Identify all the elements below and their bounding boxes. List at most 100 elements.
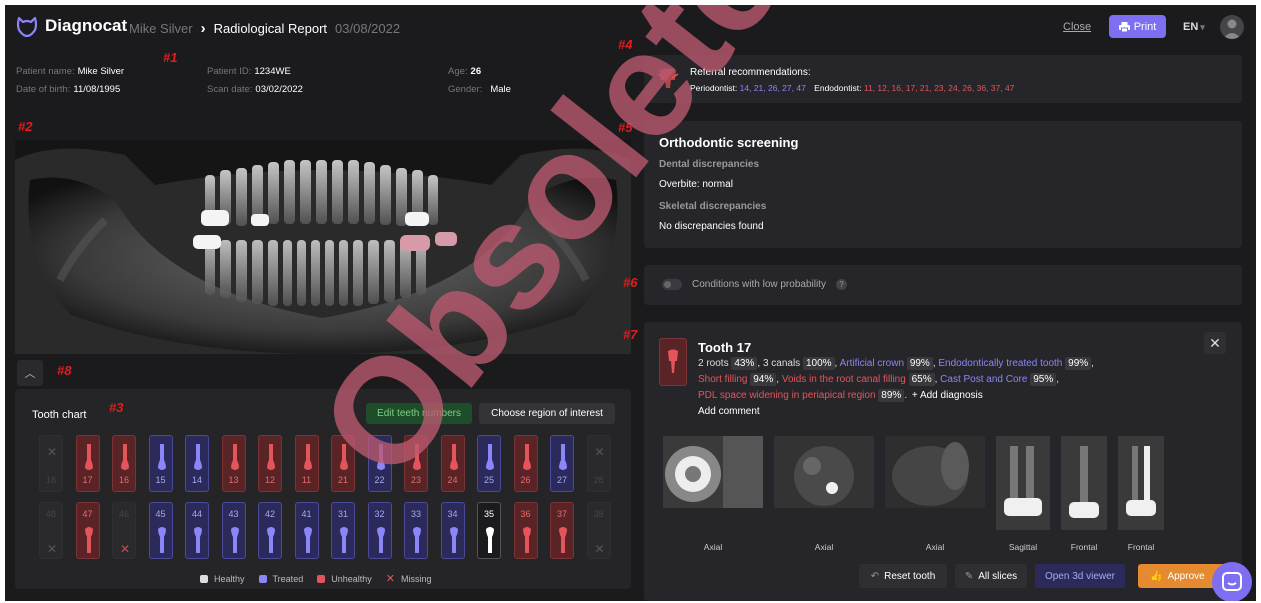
tooth-46[interactable]: 46 ✕	[112, 502, 136, 559]
logo[interactable]: Diagnocat	[15, 15, 127, 37]
add-comment-link[interactable]: Add comment	[698, 406, 760, 417]
tooth-17-badge	[659, 338, 687, 386]
tooth-27[interactable]: 27	[550, 435, 574, 492]
tooth-12[interactable]: 12	[258, 435, 282, 492]
user-avatar[interactable]	[1220, 15, 1244, 39]
language-select[interactable]: EN ▾	[1183, 21, 1205, 33]
tooth-18[interactable]: 18 ✕	[39, 435, 63, 492]
tooth-23[interactable]: 23	[404, 435, 428, 492]
tooth-35[interactable]: 35	[477, 502, 501, 559]
close-link[interactable]: Close	[1063, 21, 1091, 33]
tooth-16[interactable]: 16	[112, 435, 136, 492]
age-value: 26	[470, 66, 482, 77]
cast-post-text[interactable]: Cast Post and Core	[940, 374, 1027, 385]
slice-axial-1[interactable]	[663, 436, 763, 508]
tooth-45[interactable]: 45	[148, 502, 173, 559]
tooth-number: 26	[520, 475, 531, 485]
tooth-icon	[668, 349, 678, 373]
tooth-22[interactable]: 22	[367, 435, 392, 492]
panoramic-xray[interactable]	[15, 140, 631, 354]
tooth-number: 24	[447, 475, 458, 485]
collapse-button[interactable]: ︿	[17, 360, 43, 386]
tooth-shape-icon	[559, 527, 567, 553]
tooth-41[interactable]: 41	[294, 502, 319, 559]
tooth-number: 11	[301, 475, 312, 485]
tooth-33[interactable]: 33	[404, 502, 428, 559]
tooth-44[interactable]: 44	[185, 502, 209, 559]
slice-axial-2[interactable]	[774, 436, 874, 508]
tooth-48[interactable]: 48 ✕	[39, 502, 63, 559]
edit-teeth-numbers-button[interactable]: Edit teeth numbers	[366, 403, 472, 424]
breadcrumb-patient[interactable]: Mike Silver	[129, 21, 193, 36]
tooth-28[interactable]: 28 ✕	[586, 435, 611, 492]
tooth-shape-icon	[486, 444, 494, 470]
tooth-shape-icon	[121, 444, 129, 470]
open-3d-viewer-button[interactable]: Open 3d viewer	[1035, 564, 1125, 588]
slice-axial-3[interactable]	[885, 436, 985, 508]
chat-button[interactable]	[1212, 562, 1252, 601]
voids-text[interactable]: Voids in the root canal filling	[782, 374, 906, 385]
tooth-number: 23	[410, 475, 421, 485]
tooth-13[interactable]: 13	[221, 435, 246, 492]
all-slices-label: All slices	[978, 570, 1018, 582]
thumbs-up-icon: 👍	[1150, 570, 1163, 582]
crown-text[interactable]: Artificial crown	[840, 358, 904, 369]
slice-frontal-2[interactable]	[1118, 436, 1164, 530]
tooth-32[interactable]: 32	[367, 502, 392, 559]
slice-label-6: Frontal	[1127, 542, 1155, 552]
missing-x-icon: ✕	[119, 542, 131, 556]
tooth-47[interactable]: 47	[75, 502, 100, 559]
annotation-1: #1	[163, 50, 178, 65]
tooth-36[interactable]: 36	[513, 502, 538, 559]
missing-x-icon: ✕	[46, 445, 58, 459]
tooth-number: 36	[520, 509, 531, 519]
slice-sagittal[interactable]	[996, 436, 1050, 530]
legend-unhealthy: Unhealthy	[317, 574, 372, 584]
tooth-11[interactable]: 11	[294, 435, 319, 492]
low-probability-toggle[interactable]	[662, 279, 682, 290]
patient-name-label: Patient name:	[16, 66, 75, 77]
tooth-31[interactable]: 31	[331, 502, 355, 559]
add-diagnosis-link[interactable]: + Add diagnosis	[912, 390, 983, 401]
short-filling-text[interactable]: Short filling	[698, 374, 747, 385]
tooth-17[interactable]: 17	[75, 435, 100, 492]
tooth-38[interactable]: 38 ✕	[586, 502, 611, 559]
tooth-number: 47	[82, 509, 93, 519]
annotation-7: #7	[623, 327, 638, 342]
tooth-shape-icon	[559, 444, 567, 470]
tooth-21[interactable]: 21	[331, 435, 355, 492]
tooth-shape-icon	[376, 527, 385, 553]
tooth-shape-icon	[303, 444, 312, 470]
breadcrumb: Mike Silver › Radiological Report 03/08/…	[129, 20, 400, 37]
tooth-chart-legend: Healthy Treated Unhealthy ✕ Missing	[200, 572, 431, 585]
skeletal-discrepancies-label: Skeletal discrepancies	[659, 201, 767, 212]
tooth-42[interactable]: 42	[258, 502, 282, 559]
close-icon[interactable]: ✕	[1204, 332, 1226, 354]
tooth-14[interactable]: 14	[185, 435, 209, 492]
slice-label-3: Axial	[925, 542, 945, 552]
tooth-shape-icon	[194, 527, 202, 553]
tooth-37[interactable]: 37	[550, 502, 574, 559]
tooth-25[interactable]: 25	[477, 435, 501, 492]
age-label: Age:	[448, 66, 468, 77]
tooth-26[interactable]: 26	[513, 435, 538, 492]
tooth-24[interactable]: 24	[440, 435, 465, 492]
help-icon[interactable]: ?	[836, 279, 847, 290]
user-icon	[1223, 19, 1241, 39]
annotation-4: #4	[618, 37, 633, 52]
tooth-number: 44	[191, 509, 202, 519]
tooth-43[interactable]: 43	[221, 502, 246, 559]
choose-region-button[interactable]: Choose region of interest	[479, 403, 615, 424]
tooth-number: 28	[593, 475, 604, 485]
pdl-text[interactable]: PDL space widening in periapical region	[698, 390, 876, 401]
all-slices-button[interactable]: ✎ All slices	[955, 564, 1027, 588]
print-button[interactable]: Print	[1109, 15, 1166, 38]
tooth-15[interactable]: 15	[148, 435, 173, 492]
tooth-shape-icon	[486, 527, 494, 553]
endo-text[interactable]: Endodontically treated tooth	[938, 358, 1062, 369]
tooth-shape-icon	[303, 527, 312, 553]
slice-frontal-1[interactable]	[1061, 436, 1107, 530]
tooth-34[interactable]: 34	[440, 502, 465, 559]
approve-label: Approve	[1167, 570, 1205, 582]
reset-tooth-button[interactable]: ↶ Reset tooth	[859, 564, 947, 588]
